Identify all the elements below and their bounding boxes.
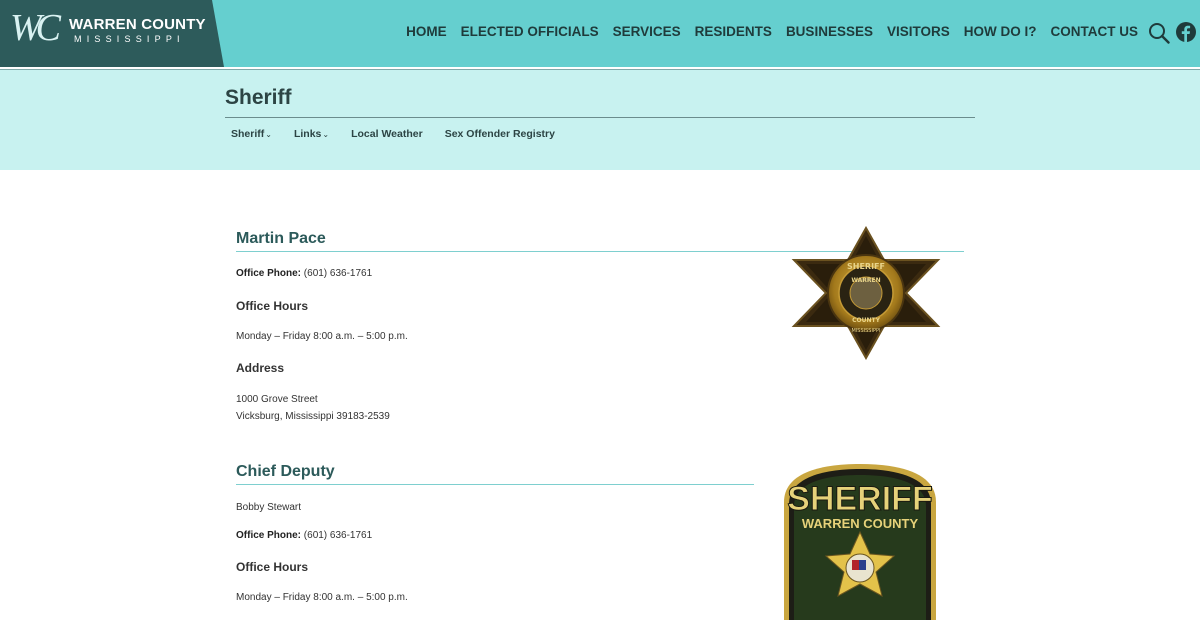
- chevron-down-icon: ⌄: [265, 130, 272, 139]
- subnav-sheriff-label: Sheriff: [231, 128, 265, 140]
- subnav-sex-offender-registry[interactable]: Sex Offender Registry: [445, 128, 555, 140]
- phone-value: (601) 636-1761: [303, 268, 373, 279]
- badge-middle-text: WARREN: [851, 277, 880, 284]
- badge-bottom-text: MISSISSIPPI: [852, 328, 881, 334]
- subnav-links-label: Links: [293, 128, 322, 140]
- chevron-down-icon: ⌄: [322, 130, 330, 139]
- nav-home[interactable]: HOME: [406, 24, 447, 39]
- patch-arc-text: WARREN COUNTY: [802, 516, 919, 531]
- badge-top-text: SHERIFF: [847, 262, 885, 271]
- nav-contact-us[interactable]: CONTACT US: [1051, 24, 1139, 39]
- nav-how-do-i[interactable]: HOW DO I?: [964, 24, 1037, 39]
- section-subnav: Sheriff⌄ Links⌄ Local Weather Sex Offend…: [231, 128, 577, 140]
- main-nav: HOME ELECTED OFFICIALS SERVICES RESIDENT…: [406, 24, 1138, 39]
- address-line-2: Vicksburg, Mississippi 39183-2539: [236, 411, 390, 422]
- chief-deputy-heading: Chief Deputy: [236, 463, 335, 480]
- logo-title: WARREN COUNTY: [69, 16, 206, 33]
- nav-residents[interactable]: RESIDENTS: [695, 24, 772, 39]
- nav-services[interactable]: SERVICES: [613, 24, 681, 39]
- logo-mark: WC: [10, 7, 61, 49]
- nav-visitors[interactable]: VISITORS: [887, 24, 950, 39]
- subnav-sheriff[interactable]: Sheriff⌄: [231, 128, 272, 140]
- search-icon[interactable]: [1148, 22, 1170, 44]
- office-hours-text: Monday – Friday 8:00 a.m. – 5:00 p.m.: [236, 592, 408, 603]
- office-hours-text: Monday – Friday 8:00 a.m. – 5:00 p.m.: [236, 331, 408, 342]
- sheriff-name-heading: Martin Pace: [236, 230, 326, 247]
- facebook-icon[interactable]: [1176, 22, 1196, 42]
- address-heading: Address: [236, 361, 285, 375]
- nav-businesses[interactable]: BUSINESSES: [786, 24, 873, 39]
- sheriff-shoulder-patch: SHERIFF WARREN COUNTY: [784, 464, 936, 620]
- subnav-local-weather[interactable]: Local Weather: [351, 128, 423, 140]
- sheriff-star-badge: SHERIFF WARREN COUNTY MISSISSIPPI: [791, 226, 941, 360]
- phone-label: Office Phone:: [236, 530, 302, 541]
- logo-subtitle: MISSISSIPPI: [74, 34, 185, 44]
- sheriff-phone: Office Phone: (601) 636-1761: [236, 268, 372, 279]
- office-hours-heading: Office Hours: [236, 299, 309, 313]
- page-title: Sheriff: [225, 86, 292, 109]
- title-divider: [225, 117, 975, 118]
- page-header-band: [0, 70, 1200, 170]
- subnav-links[interactable]: Links⌄: [294, 128, 329, 140]
- chief-deputy-phone: Office Phone: (601) 636-1761: [236, 530, 372, 541]
- site-logo[interactable]: WC WARREN COUNTY MISSISSIPPI: [0, 0, 224, 67]
- phone-label: Office Phone:: [236, 268, 302, 279]
- patch-top-text: SHERIFF: [787, 480, 932, 518]
- chief-deputy-name: Bobby Stewart: [236, 502, 302, 513]
- nav-elected-officials[interactable]: ELECTED OFFICIALS: [461, 24, 599, 39]
- address-line-1: 1000 Grove Street: [236, 394, 318, 405]
- phone-value: (601) 636-1761: [303, 530, 373, 541]
- office-hours-heading: Office Hours: [236, 560, 309, 574]
- section-divider: [236, 484, 754, 485]
- badge-lower-text: COUNTY: [852, 317, 880, 324]
